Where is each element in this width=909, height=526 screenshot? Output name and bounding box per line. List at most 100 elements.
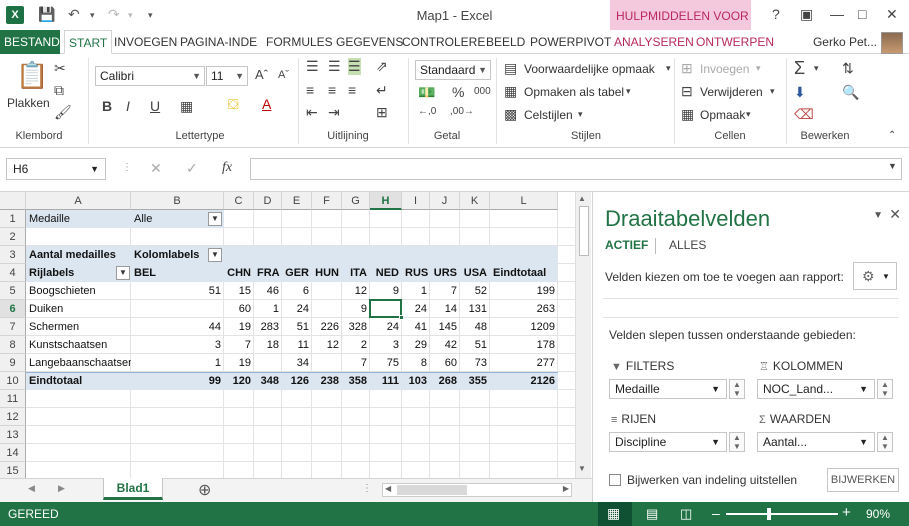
value-cell[interactable]: 11 — [282, 336, 312, 354]
grand-total-value-cell[interactable]: 358 — [342, 372, 370, 390]
value-cell[interactable]: 29 — [402, 336, 430, 354]
prev-sheet-icon[interactable]: ◀ — [28, 483, 35, 494]
value-cell[interactable]: 283 — [254, 318, 282, 336]
close-icon[interactable]: ✕ — [886, 6, 898, 23]
values-header-cell[interactable]: Aantal medailles — [26, 246, 131, 264]
row-total-cell[interactable]: 199 — [490, 282, 558, 300]
tab-analyseren[interactable]: ANALYSEREN — [610, 30, 698, 54]
chevron-down-icon[interactable]: ▾ — [666, 63, 671, 74]
value-cell[interactable]: 51 — [282, 318, 312, 336]
active-cell[interactable] — [369, 299, 402, 318]
format-cells-icon[interactable]: ▦ — [681, 106, 694, 123]
grand-total-value-cell[interactable]: 238 — [312, 372, 342, 390]
ribbon-display-icon[interactable]: ▣ — [800, 6, 813, 23]
clear-icon[interactable]: ⌫ — [794, 106, 814, 123]
rows-reorder-stepper[interactable]: ▲ ▼ — [729, 432, 745, 452]
conditional-format-icon[interactable]: ▤ — [504, 60, 517, 77]
increase-indent-icon[interactable]: ⇥ — [328, 104, 340, 121]
value-cell[interactable]: 24 — [370, 318, 402, 336]
scroll-thumb[interactable] — [397, 485, 467, 495]
tab-ontwerpen[interactable]: ONTWERPEN — [692, 30, 778, 54]
value-cell[interactable]: 19 — [224, 318, 254, 336]
tab-beeld[interactable]: BEELD — [482, 30, 529, 54]
country-header-cell[interactable]: GER — [282, 264, 312, 282]
borders-icon[interactable]: ▦ — [180, 98, 193, 115]
value-cell[interactable] — [131, 300, 224, 318]
value-cell[interactable]: 2 — [342, 336, 370, 354]
align-center-icon[interactable]: ≡ — [328, 82, 336, 98]
value-cell[interactable] — [312, 354, 342, 372]
country-header-cell[interactable]: USA — [460, 264, 490, 282]
cell-styles-icon[interactable]: ▩ — [504, 106, 517, 123]
zoom-out-icon[interactable]: – — [712, 505, 720, 521]
chevron-down-icon[interactable]: ▾ — [814, 63, 819, 74]
autosum-icon[interactable]: Σ — [794, 58, 805, 79]
value-cell[interactable]: 18 — [254, 336, 282, 354]
grand-total-label-cell[interactable]: Eindtotaal — [26, 372, 131, 390]
worksheet-grid[interactable]: A B C D E F G H I J K L 1 2 3 4 5 6 7 8 9 10 11 12 13 14 15 Medaill… — [0, 192, 575, 480]
country-header-cell[interactable]: BEL — [131, 264, 224, 282]
value-cell[interactable]: 226 — [312, 318, 342, 336]
row-total-cell[interactable]: 263 — [490, 300, 558, 318]
help-icon[interactable]: ? — [772, 6, 780, 22]
add-sheet-icon[interactable]: ⊕ — [198, 480, 211, 500]
zoom-slider[interactable] — [726, 513, 838, 515]
country-header-cell[interactable]: NED — [370, 264, 402, 282]
normal-view-button[interactable]: ▦ — [598, 502, 632, 526]
value-cell[interactable]: 44 — [131, 318, 224, 336]
value-cell[interactable]: 9 — [370, 282, 402, 300]
row-header-5[interactable]: 5 — [0, 282, 26, 300]
value-cell[interactable]: 52 — [460, 282, 490, 300]
page-layout-view-icon[interactable]: ▤ — [646, 506, 658, 522]
select-all-corner[interactable] — [0, 192, 26, 210]
filters-reorder-stepper[interactable]: ▲ ▼ — [729, 379, 745, 399]
user-account[interactable]: Gerko Pet... — [813, 30, 903, 54]
tab-start[interactable]: START — [64, 30, 113, 54]
bold-button[interactable]: B — [102, 98, 112, 114]
value-cell[interactable] — [312, 282, 342, 300]
value-cell[interactable]: 19 — [224, 354, 254, 372]
country-header-cell[interactable]: ITA — [342, 264, 370, 282]
column-labels-filter-button[interactable]: ▼ — [208, 248, 222, 262]
field-list-area[interactable] — [603, 298, 899, 318]
value-cell[interactable]: 41 — [402, 318, 430, 336]
row-total-cell[interactable]: 178 — [490, 336, 558, 354]
row-header-14[interactable]: 14 — [0, 444, 26, 462]
sort-filter-icon[interactable]: ⇅ — [842, 60, 854, 77]
row-header-13[interactable]: 13 — [0, 426, 26, 444]
tab-controleren[interactable]: CONTROLERE — [398, 30, 489, 54]
value-cell[interactable]: 7 — [430, 282, 460, 300]
row-label-cell[interactable]: Duiken — [26, 300, 131, 318]
country-header-cell[interactable]: RUS — [402, 264, 430, 282]
filters-field[interactable]: Medaille ▼ — [609, 379, 727, 399]
merge-cells-icon[interactable]: ⊞ — [376, 104, 388, 121]
column-header-f[interactable]: F — [312, 192, 342, 210]
row-header-2[interactable]: 2 — [0, 228, 26, 246]
grand-total-value-cell[interactable]: 111 — [370, 372, 402, 390]
fill-icon[interactable]: ⬇ — [794, 84, 806, 101]
maximize-icon[interactable]: □ — [858, 6, 866, 22]
collapse-ribbon-icon[interactable]: ⌃ — [888, 130, 896, 141]
value-cell[interactable]: 7 — [342, 354, 370, 372]
columns-field[interactable]: NOC_Land... ▼ — [757, 379, 875, 399]
grand-total-header-cell[interactable]: Eindtotaal — [490, 264, 558, 282]
cut-icon[interactable]: ✂ — [54, 60, 66, 77]
row-label-cell[interactable]: Langebaanschaatsen — [26, 354, 131, 372]
tab-bestand[interactable]: BESTAND — [0, 30, 60, 54]
paste-button[interactable]: Plakken — [7, 96, 50, 110]
zoom-in-icon[interactable]: + — [842, 504, 851, 521]
grand-total-value-cell[interactable]: 126 — [282, 372, 312, 390]
delete-cells-icon[interactable]: ⊟ — [681, 83, 693, 100]
row-label-cell[interactable]: Schermen — [26, 318, 131, 336]
value-cell[interactable]: 73 — [460, 354, 490, 372]
next-sheet-icon[interactable]: ▶ — [58, 483, 65, 494]
format-as-table-icon[interactable]: ▦ — [504, 83, 517, 100]
value-cell[interactable]: 1 — [131, 354, 224, 372]
tab-alles[interactable]: ALLES — [669, 238, 706, 252]
value-cell[interactable]: 14 — [430, 300, 460, 318]
zoom-level[interactable]: 90% — [866, 507, 890, 521]
align-right-icon[interactable]: ≡ — [348, 82, 356, 98]
column-header-c[interactable]: C — [224, 192, 254, 210]
zoom-slider-handle[interactable] — [767, 508, 771, 520]
value-cell[interactable]: 51 — [131, 282, 224, 300]
